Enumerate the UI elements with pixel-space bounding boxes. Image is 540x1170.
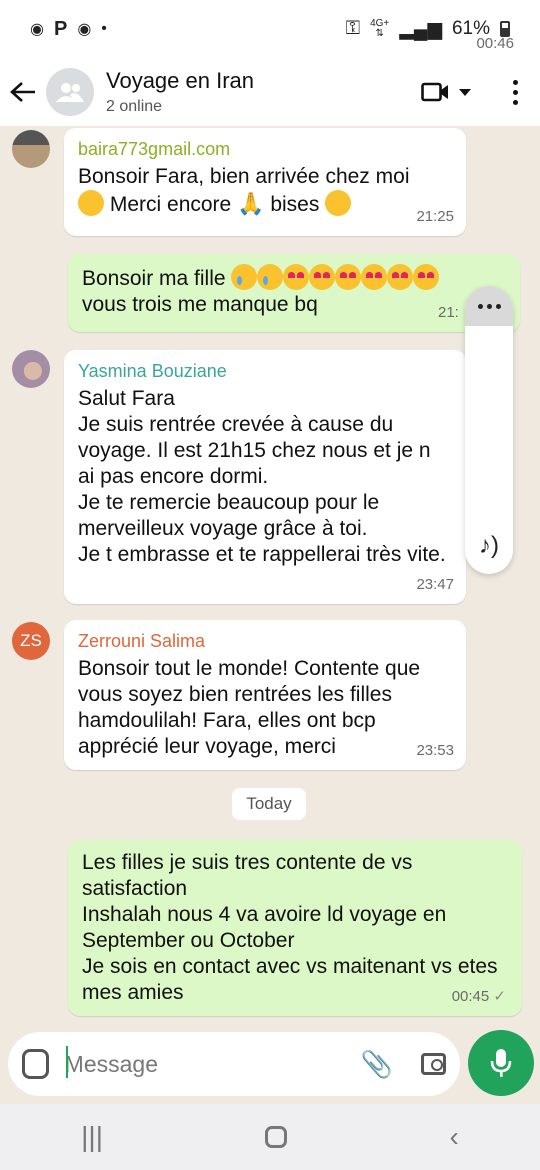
message-bubble-outgoing[interactable]: Les filles je suis tres contente de vs s… [68,840,522,1016]
app-notification-icon-2: ◉ [77,21,92,38]
message-line: Bonsoir ma fille [82,267,226,290]
home-icon[interactable] [265,1126,288,1148]
key-icon: ⚿ [345,18,361,39]
composer-bar: 📎 [0,1030,540,1104]
date-divider: Today [232,788,306,820]
message-sender: baira773gmail.com [78,139,231,159]
chat-title-block[interactable]: Voyage en Iran 2 online [106,68,254,116]
video-call-icon [421,82,448,102]
network-label: 4G+ [370,18,390,29]
microphone-icon [490,1049,512,1077]
crying-face-emoji-icon [231,264,258,290]
status-time: 00:46 [476,35,514,52]
battery-icon [500,21,510,37]
back-arrow-icon[interactable] [0,74,46,111]
more-options-icon[interactable] [513,79,518,105]
smiling-hearts-emoji-icon [309,264,336,290]
message-text: Salut Fara Je suis rentrée crevée à caus… [78,387,446,566]
video-call-button[interactable] [421,82,471,102]
signal-icon: ▂▄▆ [399,18,442,40]
smiling-face-emoji-icon [78,190,104,216]
avatar[interactable]: ZS [12,622,50,660]
system-nav-bar: ||| ‹ [0,1104,540,1170]
message-text: Bonsoir tout le monde! Contente que vous… [78,657,421,758]
avatar-initials: ZS [20,631,42,650]
message-line: Merci encore [109,193,232,216]
chat-area[interactable]: baira773gmail.com Bonsoir Fara, bien arr… [0,126,540,1030]
message-text: Bonsoir Fara, bien arrivée chez moi Merc… [78,164,452,218]
network-icon: 4G+ ⇅ [370,18,390,39]
heart-eyes-emoji-icon [361,264,388,290]
message-input[interactable] [64,1050,361,1078]
message-time: 21: [438,304,459,321]
group-avatar-icon[interactable] [46,68,94,116]
message-text: Les filles je suis tres contente de vs s… [82,851,498,1004]
message-time: 21:25 [416,208,454,225]
message-time-value: 00:45 [451,988,490,1005]
chat-header: Voyage en Iran 2 online [0,58,540,126]
camera-icon[interactable] [421,1053,446,1075]
text-cursor [66,1046,68,1078]
chat-title: Voyage en Iran [106,68,255,93]
sticker-icon[interactable] [22,1049,49,1079]
message-line: bises [270,193,320,216]
music-note-icon[interactable]: ♪) [465,532,513,560]
crying-face-emoji-icon [257,264,284,290]
message-time: 23:53 [416,742,454,759]
smiling-hearts-emoji-icon [283,264,310,290]
message-time: 23:47 [416,576,454,593]
avatar[interactable] [12,350,50,388]
chevron-down-icon [459,88,471,96]
app-notification-icon: ◉ [30,21,44,38]
kissing-face-emoji-icon [325,190,352,216]
floating-media-panel[interactable]: ♪) [465,286,513,574]
message-bubble[interactable]: baira773gmail.com Bonsoir Fara, bien arr… [64,128,466,236]
message-bubble[interactable]: Yasmina Bouziane Salut Fara Je suis rent… [64,350,466,604]
heart-eyes-emoji-icon [413,264,440,290]
recent-apps-icon[interactable]: ||| [81,1121,103,1153]
attach-paperclip-icon[interactable]: 📎 [361,1049,393,1080]
sent-check-icon: ✓ [493,988,506,1005]
message-input-container[interactable]: 📎 [8,1032,460,1096]
message-line: Bonsoir Fara, bien arrivée chez moi [78,165,410,188]
message-bubble[interactable]: Zerrouni Salima Bonsoir tout le monde! C… [64,620,466,770]
heart-eyes-emoji-icon [387,264,414,290]
message-sender: Yasmina Bouziane [78,361,227,381]
panel-menu-icon[interactable] [465,286,513,326]
message-sender: Zerrouni Salima [78,631,206,651]
message-time: 00:45 ✓ [452,984,506,1010]
voice-record-button[interactable] [468,1030,534,1096]
parking-notification-icon: P [53,17,68,40]
online-count: 2 online [106,98,163,115]
folded-hands-emoji-icon: 🙏 [237,191,265,216]
header-actions [421,79,540,105]
more-notifications-dot-icon: • [101,20,107,37]
nav-back-icon[interactable]: ‹ [450,1121,459,1153]
status-bar: 00:46 ◉ P ◉ • ⚿ 4G+ ⇅ ▂▄▆ 61% [0,0,540,58]
message-bubble-outgoing[interactable]: Bonsoir ma fille vous trois me manque bq… [68,254,520,332]
message-line: vous trois me manque bq [82,293,318,316]
notification-icons: ◉ P ◉ • [30,18,107,41]
smiling-hearts-emoji-icon [335,264,362,290]
avatar[interactable] [12,130,50,168]
